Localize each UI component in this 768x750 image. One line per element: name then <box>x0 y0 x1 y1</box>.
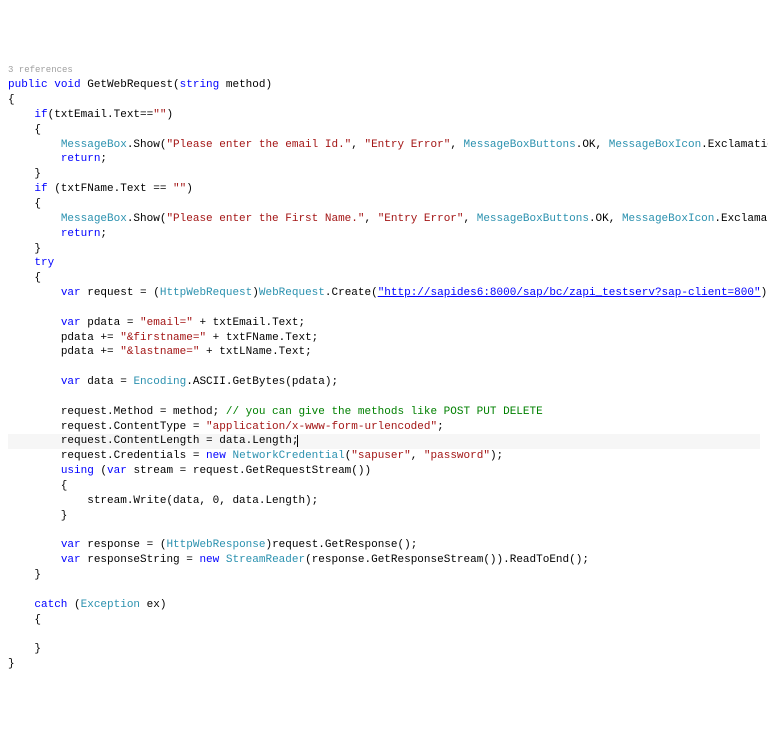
type-nc: NetworkCredential <box>232 450 344 462</box>
mbi1: MessageBoxIcon <box>609 139 701 151</box>
type-enc: Encoding <box>133 376 186 388</box>
rct-a: request.ContentType = <box>61 421 206 433</box>
param: method) <box>219 79 272 91</box>
rcr-d: , <box>411 450 424 462</box>
pd1s: "email=" <box>140 317 193 329</box>
rcr-p: "password" <box>424 450 490 462</box>
pd3a: pdata += <box>61 346 120 358</box>
kw-using: using <box>61 465 94 477</box>
catch-a: ( <box>67 599 80 611</box>
type-mb2: MessageBox <box>61 213 127 225</box>
mbi2: MessageBoxIcon <box>622 213 714 225</box>
comment-methods: // you can give the methods like POST PU… <box>226 406 543 418</box>
show1: .Show( <box>127 139 167 151</box>
str-empty1: "" <box>153 109 166 121</box>
dat-a: data = <box>81 376 134 388</box>
ok1: .OK, <box>576 139 609 151</box>
pd1a: pdata = <box>81 317 140 329</box>
c1a: , <box>351 139 364 151</box>
req-b: ) <box>252 287 259 299</box>
str-empty2: "" <box>173 183 186 195</box>
pd2s: "&firstname=" <box>120 332 206 344</box>
rct-s: "application/x-www-form-urlencoded" <box>206 421 437 433</box>
type-exception: Exception <box>81 599 140 611</box>
c2a: , <box>364 213 377 225</box>
show2: .Show( <box>127 213 167 225</box>
kw-new-cred: new <box>206 450 226 462</box>
rs-c: (response.GetResponseStream()).ReadToEnd… <box>305 554 589 566</box>
pd1b: + txtEmail.Text; <box>193 317 305 329</box>
kw-try: try <box>34 257 54 269</box>
dat-b: .ASCII.GetBytes(pdata); <box>186 376 338 388</box>
cond1-close: ) <box>166 109 173 121</box>
rcr-u: "sapuser" <box>351 450 410 462</box>
kw-var-stream: var <box>107 465 127 477</box>
req-d: ); <box>761 287 768 299</box>
kw-return2: return <box>61 228 101 240</box>
us-a: ( <box>94 465 107 477</box>
code-editor[interactable]: 3 references public void GetWebRequest(s… <box>8 63 760 672</box>
kw-if: if <box>34 109 47 121</box>
kw-return1: return <box>61 153 101 165</box>
rcr-a: request.Credentials = <box>61 450 206 462</box>
ok2: .OK, <box>589 213 622 225</box>
mbb2: MessageBoxButtons <box>477 213 589 225</box>
sw: stream.Write(data, 0, data.Length); <box>87 495 318 507</box>
req-c: .Create( <box>325 287 378 299</box>
rct-b: ; <box>437 421 444 433</box>
kw-new-sr: new <box>199 554 219 566</box>
cond2-close: ) <box>186 183 193 195</box>
msg2: "Please enter the First Name." <box>166 213 364 225</box>
type-wr: WebRequest <box>259 287 325 299</box>
msg1: "Please enter the email Id." <box>166 139 351 151</box>
type-mb1: MessageBox <box>61 139 127 151</box>
rm-a: request.Method = method; <box>61 406 226 418</box>
pd3s: "&lastname=" <box>120 346 199 358</box>
cond2: (txtFName.Text == <box>48 183 173 195</box>
pd2a: pdata += <box>61 332 120 344</box>
title2: "Entry Error" <box>378 213 464 225</box>
kw-var-resp: var <box>61 539 81 551</box>
rs-a: responseString = <box>81 554 200 566</box>
kw-if2: if <box>34 183 47 195</box>
catch-b: ex) <box>140 599 166 611</box>
url-link[interactable]: "http://sapides6:8000/sap/bc/zapi_testse… <box>378 287 761 299</box>
c1b: , <box>450 139 463 151</box>
resp-a: response = ( <box>81 539 167 551</box>
mbb1: MessageBoxButtons <box>464 139 576 151</box>
kw-var-rs: var <box>61 554 81 566</box>
us-b: stream = request.GetRequestStream()) <box>127 465 371 477</box>
exc2: .Exclamation); <box>714 213 768 225</box>
rcr-e: ); <box>490 450 503 462</box>
method-name: GetWebRequest( <box>81 79 180 91</box>
kw-var-req: var <box>61 287 81 299</box>
kw-public: public <box>8 79 48 91</box>
type-hwr: HttpWebRequest <box>160 287 252 299</box>
resp-b: )request.GetResponse(); <box>265 539 417 551</box>
rs-b <box>219 554 226 566</box>
type-sr: StreamReader <box>226 554 305 566</box>
kw-string: string <box>180 79 220 91</box>
type-hwresp: HttpWebResponse <box>166 539 265 551</box>
kw-var-dat: var <box>61 376 81 388</box>
kw-void: void <box>54 79 80 91</box>
pd2b: + txtFName.Text; <box>206 332 318 344</box>
kw-var-pd1: var <box>61 317 81 329</box>
title1: "Entry Error" <box>364 139 450 151</box>
kw-catch: catch <box>34 599 67 611</box>
c2b: , <box>464 213 477 225</box>
cond1: (txtEmail.Text== <box>48 109 154 121</box>
req-a: request = ( <box>81 287 160 299</box>
rcl: request.ContentLength = data.Length; <box>61 435 299 447</box>
exc1: .Exclamation); <box>701 139 768 151</box>
codelens-refs[interactable]: 3 references <box>8 65 73 75</box>
pd3b: + txtLName.Text; <box>199 346 311 358</box>
